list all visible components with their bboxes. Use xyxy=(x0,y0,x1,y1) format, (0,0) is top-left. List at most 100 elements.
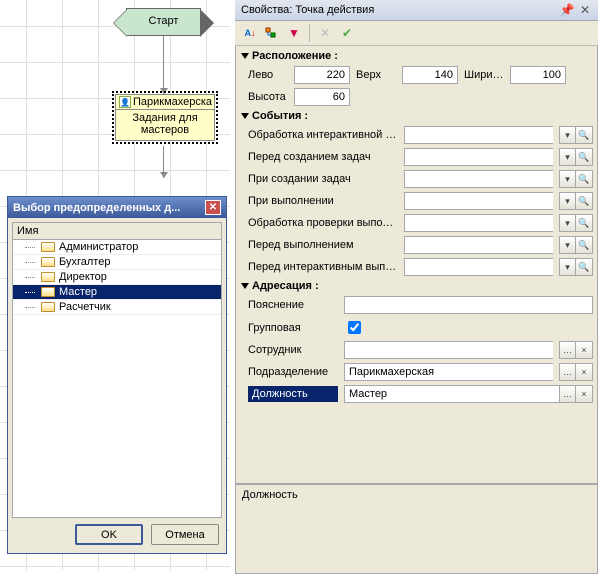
chevron-down-icon[interactable]: ▾ xyxy=(559,148,576,166)
event-row: Перед интерактивным выполне ▾ 🔍 xyxy=(238,256,597,278)
prop-label-employee: Сотрудник xyxy=(248,344,338,356)
event-row: Обработка интерактивной акти ▾ 🔍 xyxy=(238,124,597,146)
event-combo[interactable] xyxy=(404,258,553,276)
tree-connector-icon xyxy=(23,256,37,268)
event-row: При создании задач ▾ 🔍 xyxy=(238,168,597,190)
ellipsis-icon[interactable]: … xyxy=(559,385,576,403)
dialog-title: Выбор предопределенных д... xyxy=(13,202,205,214)
chevron-down-icon[interactable]: ▾ xyxy=(559,258,576,276)
ok-button[interactable]: OK xyxy=(75,524,143,545)
magnify-icon[interactable]: 🔍 xyxy=(576,126,593,144)
properties-body: Расположение: Лево Верх Ширина Высота Со… xyxy=(235,46,598,484)
prop-label-position: Должность xyxy=(248,386,338,402)
action-node-body: Задания для мастеров xyxy=(116,110,214,140)
event-row: Перед выполнением ▾ 🔍 xyxy=(238,234,597,256)
separator xyxy=(309,24,310,42)
clear-icon[interactable]: × xyxy=(576,363,593,381)
item-icon xyxy=(41,272,55,282)
event-combo[interactable] xyxy=(404,192,553,210)
chevron-down-icon[interactable]: ▾ xyxy=(559,126,576,144)
item-icon xyxy=(41,257,55,267)
event-combo[interactable] xyxy=(404,126,553,144)
pin-icon[interactable]: 📌 xyxy=(560,3,574,17)
magnify-icon[interactable]: 🔍 xyxy=(576,214,593,232)
tree-connector-icon xyxy=(23,241,37,253)
magnify-icon[interactable]: 🔍 xyxy=(576,170,593,188)
action-node-title: Парикмахерска xyxy=(133,96,212,108)
event-combo[interactable] xyxy=(404,148,553,166)
magnify-icon[interactable]: 🔍 xyxy=(576,236,593,254)
item-icon xyxy=(41,302,55,312)
description-text: Должность xyxy=(242,489,298,501)
prop-label-height: Высота xyxy=(248,91,288,103)
panel-title: Свойства: Точка действия xyxy=(241,4,556,16)
ellipsis-icon[interactable]: … xyxy=(559,363,576,381)
action-node-header: 👤 Парикмахерска xyxy=(116,95,214,110)
section-addressing[interactable]: Адресация: xyxy=(238,278,597,294)
group-checkbox[interactable] xyxy=(348,321,361,334)
filter-icon[interactable]: ▼ xyxy=(284,24,304,42)
hint-input[interactable] xyxy=(344,296,593,314)
chevron-down-icon[interactable]: ▾ xyxy=(559,170,576,188)
event-row: При выполнении ▾ 🔍 xyxy=(238,190,597,212)
magnify-icon[interactable]: 🔍 xyxy=(576,148,593,166)
flow-action-node[interactable]: 👤 Парикмахерска Задания для мастеров xyxy=(115,94,215,141)
event-combo[interactable] xyxy=(404,170,553,188)
close-icon[interactable]: ✕ xyxy=(205,200,221,215)
flow-start-label: Старт xyxy=(149,15,179,27)
width-input[interactable] xyxy=(510,66,566,84)
clear-icon[interactable]: × xyxy=(576,385,593,403)
prop-label-hint: Пояснение xyxy=(248,299,338,311)
department-input[interactable] xyxy=(344,363,553,381)
top-input[interactable] xyxy=(402,66,458,84)
prop-label-department: Подразделение xyxy=(248,366,338,378)
event-combo[interactable] xyxy=(404,236,553,254)
chevron-down-icon[interactable]: ▾ xyxy=(559,236,576,254)
left-input[interactable] xyxy=(294,66,350,84)
event-row: Обработка проверки выполнен ▾ 🔍 xyxy=(238,212,597,234)
check-icon[interactable]: ✔ xyxy=(337,24,357,42)
magnify-icon[interactable]: 🔍 xyxy=(576,192,593,210)
panel-toolbar: A↓ ▼ ✕ ✔ xyxy=(235,21,598,46)
delete-icon[interactable]: ✕ xyxy=(315,24,335,42)
arrow-down-icon xyxy=(160,172,168,178)
list-item[interactable]: Директор xyxy=(13,270,221,285)
column-header-name[interactable]: Имя xyxy=(12,222,222,240)
employee-input[interactable] xyxy=(344,341,553,359)
collapse-icon xyxy=(241,283,249,289)
dialog-titlebar[interactable]: Выбор предопределенных д... ✕ xyxy=(8,197,226,218)
height-input[interactable] xyxy=(294,88,350,106)
prop-label-left: Лево xyxy=(248,69,288,81)
event-combo[interactable] xyxy=(404,214,553,232)
categorize-icon[interactable] xyxy=(262,24,282,42)
list-item[interactable]: Мастер xyxy=(13,285,221,300)
prop-label-width: Ширина xyxy=(464,69,504,81)
list-item[interactable]: Администратор xyxy=(13,240,221,255)
ellipsis-icon[interactable]: … xyxy=(559,341,576,359)
position-input[interactable] xyxy=(344,385,559,403)
flow-start-node[interactable]: Старт xyxy=(126,8,201,36)
cancel-button[interactable]: Отмена xyxy=(151,524,219,545)
predefined-tree[interactable]: Администратор Бухгалтер Директор Мастер xyxy=(12,240,222,518)
section-location[interactable]: Расположение: xyxy=(238,48,597,64)
person-icon: 👤 xyxy=(119,96,131,108)
prop-label-top: Верх xyxy=(356,69,396,81)
sort-az-icon[interactable]: A↓ xyxy=(240,24,260,42)
description-panel: Должность xyxy=(235,484,598,574)
collapse-icon xyxy=(241,53,249,59)
close-icon[interactable]: ✕ xyxy=(578,3,592,17)
prop-label-group: Групповая xyxy=(248,322,338,334)
list-item[interactable]: Расчетчик xyxy=(13,300,221,315)
clear-icon[interactable]: × xyxy=(576,341,593,359)
collapse-icon xyxy=(241,113,249,119)
chevron-down-icon[interactable]: ▾ xyxy=(559,214,576,232)
item-icon xyxy=(41,242,55,252)
list-item[interactable]: Бухгалтер xyxy=(13,255,221,270)
chevron-down-icon[interactable]: ▾ xyxy=(559,192,576,210)
magnify-icon[interactable]: 🔍 xyxy=(576,258,593,276)
tree-connector-icon xyxy=(23,301,37,313)
predefined-picker-dialog: Выбор предопределенных д... ✕ Имя Админи… xyxy=(7,196,227,554)
panel-titlebar[interactable]: Свойства: Точка действия 📌 ✕ xyxy=(235,0,598,21)
item-icon xyxy=(41,287,55,297)
section-events[interactable]: События: xyxy=(238,108,597,124)
